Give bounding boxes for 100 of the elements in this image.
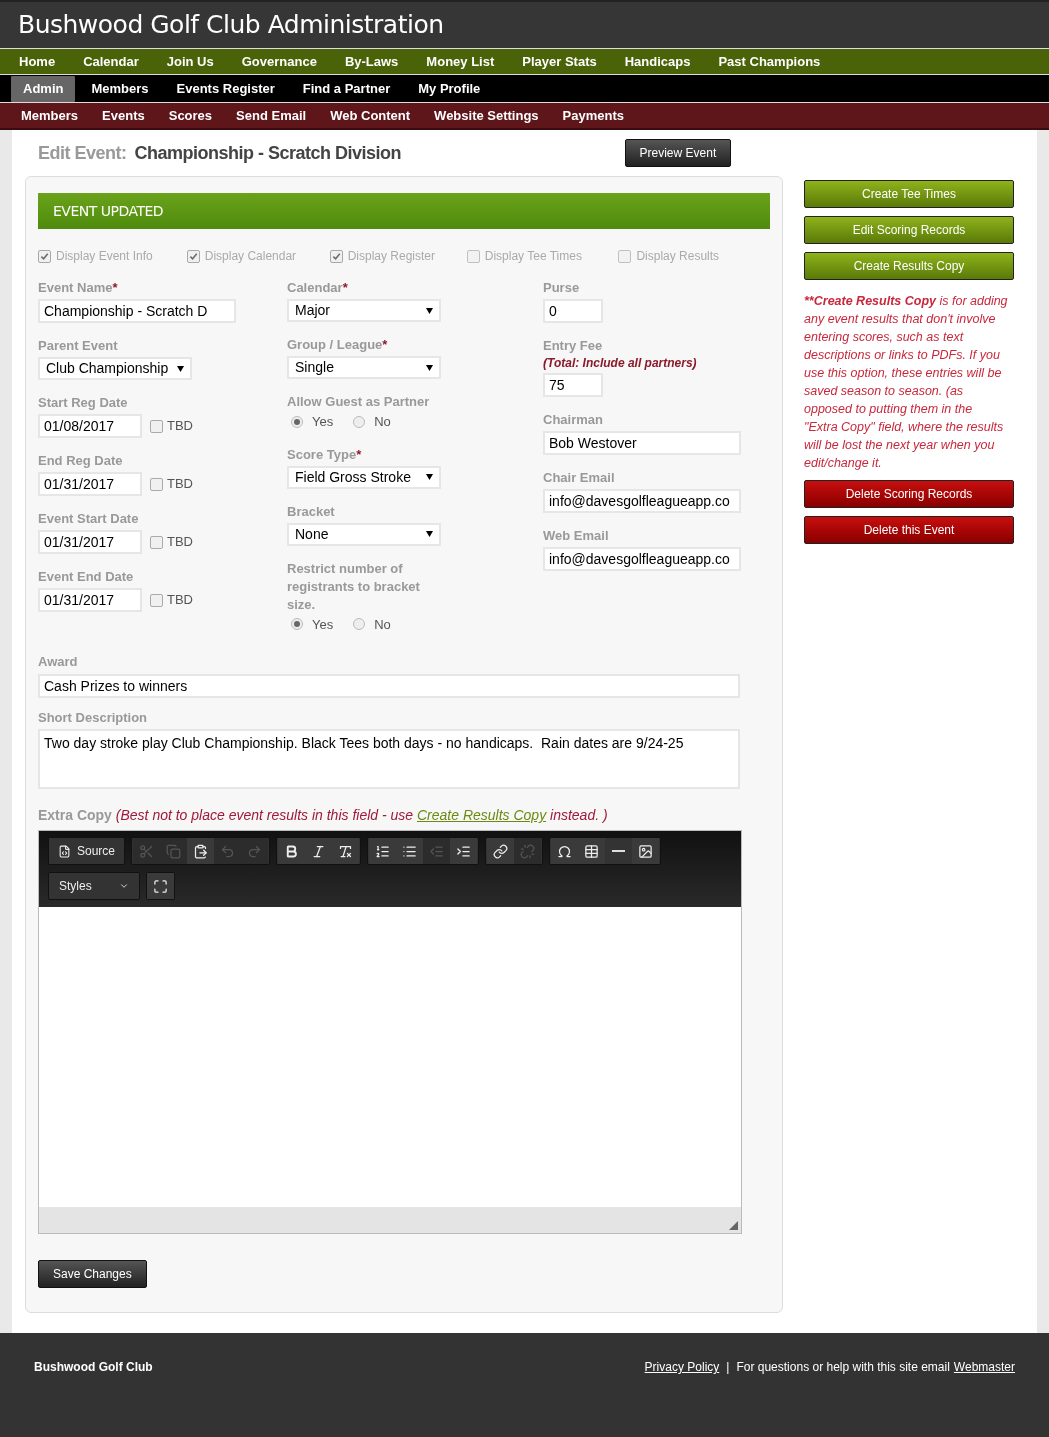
checkbox[interactable] bbox=[618, 249, 632, 263]
toolbar-button[interactable] bbox=[369, 838, 397, 864]
nav-tab[interactable]: My Profile bbox=[406, 75, 493, 102]
dropdown[interactable]: Club Championship bbox=[38, 357, 192, 380]
maximize-icon bbox=[153, 878, 168, 894]
nav-link[interactable]: Past Champions bbox=[707, 51, 832, 72]
nav-link[interactable]: Home bbox=[8, 51, 67, 72]
radio-button[interactable] bbox=[291, 618, 303, 631]
undo-icon bbox=[220, 843, 236, 859]
nav-link[interactable]: Website Settings bbox=[422, 105, 551, 126]
nav-link[interactable]: Money List bbox=[415, 51, 506, 72]
checkbox-label: Display Event Info bbox=[56, 248, 153, 265]
field-note: (Total: Include all partners) bbox=[543, 355, 698, 371]
dropdown[interactable]: Field Gross Stroke bbox=[287, 465, 441, 489]
nav-tab[interactable]: Find a Partner bbox=[290, 75, 403, 102]
site-title: Bushwood Golf Club Administration bbox=[18, 9, 444, 42]
footer-contact-text: For questions or help with this site email bbox=[736, 1359, 950, 1376]
source-icon bbox=[58, 844, 71, 858]
checkbox[interactable] bbox=[150, 419, 163, 433]
field-label: Group / League* bbox=[287, 336, 389, 354]
toolbar-button[interactable] bbox=[396, 838, 424, 864]
nav-link[interactable]: Members bbox=[9, 105, 91, 126]
italic-icon bbox=[311, 843, 327, 859]
toolbar-button[interactable] bbox=[332, 838, 360, 864]
nav-link[interactable]: Events bbox=[90, 105, 157, 126]
text-area[interactable]: Two day stroke play Club Championship. Black Tees both days - no handicaps. Rain dates are 9/24-25 bbox=[38, 729, 740, 789]
checkbox[interactable] bbox=[150, 593, 163, 607]
field-label: Award bbox=[38, 653, 79, 671]
caret-icon bbox=[426, 474, 433, 480]
checkbox[interactable] bbox=[38, 249, 51, 263]
caret-icon bbox=[177, 365, 184, 372]
toolbar-button[interactable] bbox=[450, 838, 478, 864]
radio-button[interactable] bbox=[353, 618, 366, 631]
field-label: Calendar* bbox=[287, 279, 349, 297]
webmaster-link[interactable]: Webmaster bbox=[953, 1358, 1015, 1376]
text-field[interactable]: 0 bbox=[543, 299, 603, 323]
nav-link[interactable]: Web Content bbox=[318, 105, 423, 126]
text-field[interactable]: Championship - Scratch D bbox=[38, 299, 236, 323]
create-results-copy-link[interactable]: Create Results Copy bbox=[416, 807, 547, 823]
nav-link[interactable]: Handicaps bbox=[613, 51, 702, 72]
styles-dropdown[interactable]: Styles bbox=[48, 872, 140, 900]
dropdown[interactable]: Major bbox=[287, 299, 441, 322]
field-label: Chair Email bbox=[543, 469, 616, 487]
date-field[interactable]: 01/08/2017 bbox=[38, 414, 142, 438]
nav-link[interactable]: Player Stats bbox=[511, 51, 608, 72]
nav-link[interactable]: By-Laws bbox=[333, 51, 410, 72]
radio-button[interactable] bbox=[291, 415, 303, 428]
privacy-policy-link[interactable]: Privacy Policy bbox=[644, 1358, 720, 1376]
date-field[interactable]: 01/31/2017 bbox=[38, 472, 142, 496]
delete-button[interactable]: Delete this Event bbox=[804, 516, 1014, 544]
toolbar-button[interactable] bbox=[632, 838, 660, 864]
toolbar-button[interactable] bbox=[187, 838, 215, 864]
toolbar-button[interactable] bbox=[278, 838, 306, 864]
save-button[interactable]: Save Changes bbox=[38, 1260, 147, 1288]
caret-icon bbox=[119, 881, 129, 891]
dropdown[interactable]: None bbox=[287, 522, 441, 546]
checkbox[interactable] bbox=[186, 249, 200, 263]
delete-button[interactable]: Delete Scoring Records bbox=[804, 480, 1014, 508]
text-field[interactable]: info@davesgolfleagueapp.co bbox=[543, 489, 741, 513]
text-field[interactable]: Bob Westover bbox=[543, 431, 741, 455]
nav-link[interactable]: Scores bbox=[156, 105, 225, 126]
toolbar-button[interactable] bbox=[578, 838, 606, 864]
horizontal-rule-icon bbox=[612, 850, 626, 852]
field-label: Chairman bbox=[543, 411, 604, 429]
text-field[interactable]: Cash Prizes to winners bbox=[38, 673, 740, 698]
field-label: Event End Date bbox=[38, 568, 135, 586]
date-field[interactable]: 01/31/2017 bbox=[38, 530, 142, 554]
radio-button[interactable] bbox=[353, 415, 366, 428]
dropdown[interactable]: Single bbox=[287, 356, 441, 379]
source-button[interactable]: Source bbox=[50, 838, 124, 864]
toolbar-button[interactable] bbox=[487, 838, 515, 864]
text-field[interactable]: info@davesgolfleagueapp.co bbox=[543, 547, 741, 571]
copy-icon bbox=[166, 843, 182, 859]
field-label: Purse bbox=[543, 279, 581, 297]
nav-link[interactable]: Payments bbox=[550, 105, 637, 126]
nav-link[interactable]: Join Us bbox=[155, 51, 225, 72]
help-note: **Create Results Copy is for adding any event results that don't involve entering scores, such as text descriptions or links to PDFs. If you use this option, these entries will be saved season to season. (as opposed to putting them in the "Extra Copy" field, where the results will be lost the next year when you edit/change it. bbox=[804, 293, 1009, 472]
field-label: Event Start Date bbox=[38, 510, 140, 528]
field-label: Restrict number of registrants to bracket size. bbox=[287, 559, 421, 614]
nav-tab[interactable]: Members bbox=[79, 75, 161, 102]
caret-icon bbox=[426, 307, 433, 314]
toolbar-button[interactable] bbox=[147, 873, 174, 899]
field-label: Event Name* bbox=[38, 279, 119, 297]
checkbox[interactable] bbox=[466, 249, 480, 263]
resize-grip-icon bbox=[729, 1221, 738, 1230]
nav-link[interactable]: Governance bbox=[230, 51, 328, 72]
preview-button[interactable]: Preview Event bbox=[624, 139, 732, 167]
nav-tab[interactable]: Events Register bbox=[164, 75, 287, 102]
paste-icon bbox=[193, 843, 209, 859]
clear-format-icon bbox=[338, 843, 354, 859]
nav-tab[interactable]: Admin bbox=[11, 75, 76, 102]
date-field[interactable]: 01/31/2017 bbox=[38, 588, 142, 612]
toolbar-button[interactable] bbox=[551, 838, 579, 864]
nav-link[interactable]: Send Email bbox=[224, 105, 319, 126]
checkbox[interactable] bbox=[329, 249, 343, 263]
field-label: Entry Fee bbox=[543, 337, 604, 355]
text-field[interactable]: 75 bbox=[543, 373, 603, 397]
checkbox[interactable] bbox=[150, 535, 163, 549]
nav-link[interactable]: Calendar bbox=[72, 51, 150, 72]
checkbox[interactable] bbox=[150, 477, 163, 491]
